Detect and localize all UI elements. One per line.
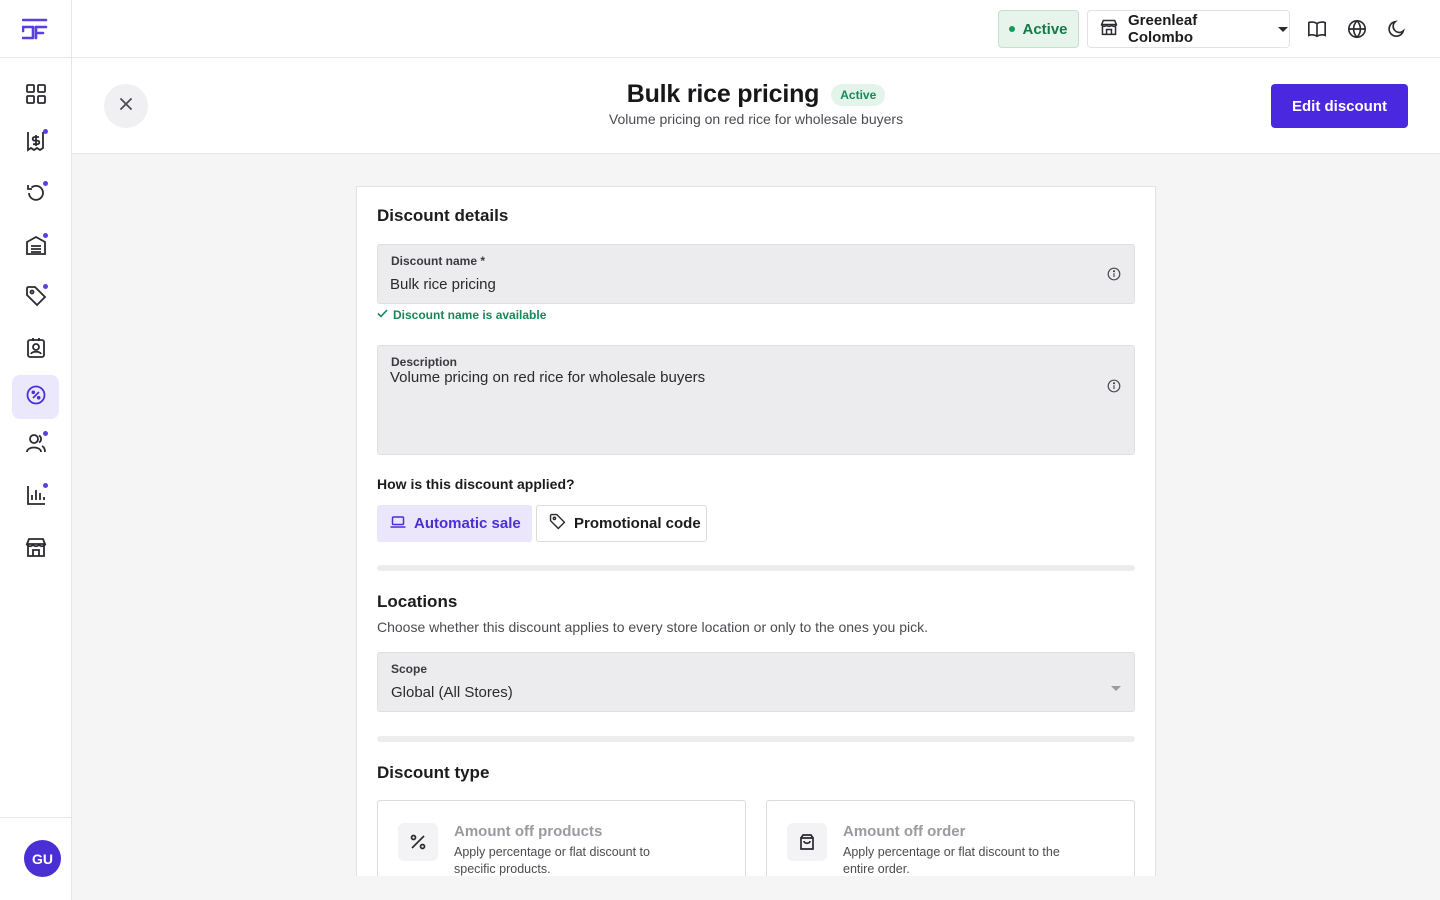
discount-name-label: Discount name *: [391, 254, 486, 268]
store-selector[interactable]: Greenleaf Colombo: [1087, 10, 1290, 48]
sidebar-item-tags[interactable]: [12, 276, 59, 320]
notification-dot: [43, 431, 48, 436]
topbar: Active Greenleaf Colombo: [72, 0, 1440, 58]
discount-form-card: Discount details Discount name * Bulk ri…: [356, 186, 1156, 876]
notification-dot: [43, 129, 48, 134]
percent-icon: [398, 823, 438, 861]
sidebar-item-history[interactable]: [12, 173, 59, 217]
section-divider: [377, 565, 1135, 571]
card-description: Apply percentage or flat discount to the…: [843, 845, 1060, 876]
sidebar-divider: [0, 817, 71, 818]
sidebar-divider: [0, 57, 71, 58]
sf-logo-icon[interactable]: [21, 17, 48, 41]
page-title: Bulk rice pricing: [626, 80, 820, 108]
page-header: Bulk rice pricing Active Volume pricing …: [72, 58, 1440, 154]
chevron-down-icon: [1111, 679, 1121, 697]
sidebar-item-discounts[interactable]: [12, 375, 59, 419]
sidebar-item-reports[interactable]: [12, 475, 59, 519]
laptop-icon: [390, 515, 406, 533]
sidebar-item-stores[interactable]: [12, 527, 59, 571]
status-dot: [1009, 26, 1016, 32]
sidebar-item-inventory[interactable]: [12, 225, 59, 269]
status-label: Active: [1022, 20, 1068, 38]
store-name: Greenleaf Colombo: [1128, 12, 1198, 46]
discount-badge-icon: [25, 384, 47, 411]
applied-question: How is this discount applied?: [377, 476, 575, 492]
title-block: Bulk rice pricing Active Volume pricing …: [72, 80, 1440, 127]
notification-dot: [43, 284, 48, 289]
check-icon: [377, 308, 388, 322]
locations-description: Choose whether this discount applies to …: [377, 619, 928, 635]
book-icon[interactable]: [1307, 19, 1327, 39]
discount-name-value: Bulk rice pricing: [390, 276, 496, 293]
status-badge: Active: [998, 10, 1079, 48]
page-subtitle: Volume pricing on red rice for wholesale…: [608, 111, 904, 127]
edit-discount-button[interactable]: Edit discount: [1271, 84, 1408, 128]
store-icon: [1100, 18, 1118, 40]
sidebar-item-dashboard[interactable]: [12, 74, 59, 118]
status-badge: Active: [831, 83, 886, 106]
section-title-discount-type: Discount type: [377, 763, 490, 782]
sidebar: GU: [0, 0, 72, 900]
notification-dot: [43, 181, 48, 186]
validation-text: Discount name is available: [393, 308, 547, 322]
sidebar-item-customers[interactable]: [12, 423, 59, 467]
store-icon: [25, 536, 47, 563]
validation-message: Discount name is available: [377, 308, 546, 322]
section-title-locations: Locations: [377, 592, 458, 611]
scope-label: Scope: [391, 662, 428, 676]
avatar[interactable]: GU: [24, 840, 61, 877]
option-label: Promotional code: [574, 515, 701, 532]
card-title: Amount off products: [454, 823, 603, 840]
card-title: Amount off order: [843, 823, 966, 840]
contact-book-icon: [25, 337, 47, 364]
chevron-down-icon: [1277, 21, 1289, 38]
sidebar-item-sales[interactable]: [12, 121, 59, 165]
scope-value: Global (All Stores): [391, 684, 513, 701]
section-divider: [377, 736, 1135, 742]
description-value: Volume pricing on red rice for wholesale…: [390, 369, 706, 386]
info-icon[interactable]: [1107, 379, 1121, 393]
tag-icon: [549, 513, 566, 534]
shopping-bag-icon: [787, 823, 827, 861]
option-label: Automatic sale: [414, 515, 521, 532]
description-field[interactable]: Description Volume pricing on red rice f…: [377, 345, 1135, 455]
discount-type-card-products[interactable]: Amount off products Apply percentage or …: [377, 800, 746, 876]
moon-icon[interactable]: [1387, 19, 1407, 39]
option-promotional-code[interactable]: Promotional code: [536, 505, 707, 542]
dashboard-grid-icon: [25, 83, 47, 110]
section-title-discount-details: Discount details: [377, 206, 509, 225]
scope-select[interactable]: Scope Global (All Stores): [377, 652, 1135, 712]
card-description: Apply percentage or flat discount to spe…: [454, 845, 650, 876]
notification-dot: [43, 483, 48, 488]
globe-icon[interactable]: [1347, 19, 1367, 39]
info-icon[interactable]: [1107, 267, 1121, 281]
notification-dot: [43, 233, 48, 238]
discount-type-card-order[interactable]: Amount off order Apply percentage or fla…: [766, 800, 1135, 876]
description-label: Description: [391, 355, 458, 369]
discount-name-field[interactable]: Discount name * Bulk rice pricing: [377, 244, 1135, 304]
option-automatic-sale[interactable]: Automatic sale: [377, 505, 532, 542]
sidebar-item-contacts[interactable]: [12, 328, 59, 372]
